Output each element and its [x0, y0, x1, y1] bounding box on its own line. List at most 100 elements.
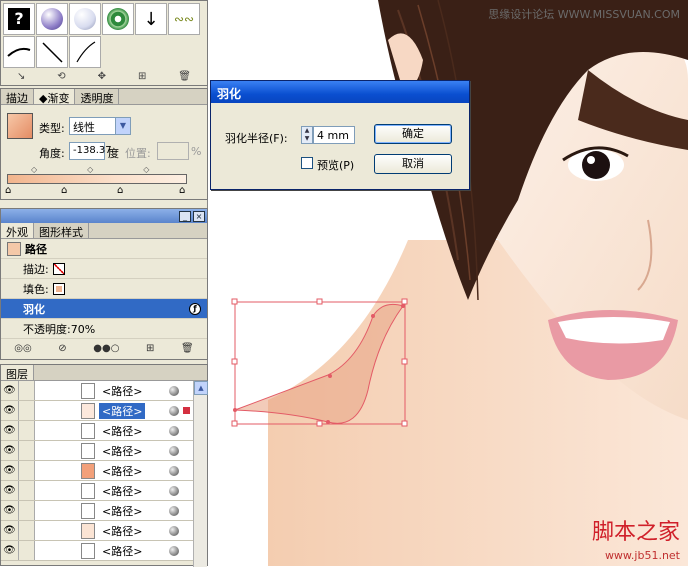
gradient-slider[interactable] — [7, 174, 187, 184]
new-brush-icon[interactable]: ⊞ — [138, 71, 146, 82]
appearance-stroke-row[interactable]: 描边: — [1, 259, 207, 279]
ok-button[interactable]: 确定 — [374, 124, 452, 144]
layer-row[interactable]: 👁 <路径> — [1, 541, 207, 561]
lock-toggle[interactable] — [19, 461, 35, 480]
new-art-basic-icon[interactable]: ◎◎ — [14, 343, 31, 354]
visibility-eye-icon[interactable]: 👁 — [1, 421, 19, 440]
target-icon[interactable] — [169, 485, 179, 496]
layer-name[interactable]: <路径> — [99, 443, 145, 459]
scroll-up-icon[interactable]: ▲ — [194, 381, 208, 395]
layer-row[interactable]: 👁 <路径> — [1, 441, 207, 461]
clear-appearance-icon[interactable]: ⊘ — [58, 343, 66, 354]
target-icon[interactable] — [169, 505, 179, 516]
close-icon[interactable]: × — [193, 210, 205, 222]
tab-layers[interactable]: 图层 — [1, 365, 34, 381]
remove-stroke-icon[interactable]: ⟲ — [57, 71, 65, 82]
lock-toggle[interactable] — [19, 401, 35, 420]
layer-row[interactable]: 👁 <路径> — [1, 381, 207, 401]
tab-stroke[interactable]: 描边 — [1, 89, 34, 105]
white-sphere-icon[interactable] — [69, 3, 101, 35]
gradient-preview-swatch[interactable] — [7, 113, 33, 139]
radius-spinner[interactable]: ▲ ▼ — [301, 126, 313, 144]
layer-name[interactable]: <路径> — [99, 402, 146, 419]
target-icon[interactable] — [169, 405, 179, 416]
tab-gradient[interactable]: ◆渐变 — [34, 89, 76, 105]
lock-toggle[interactable] — [19, 421, 35, 440]
appearance-object-row[interactable]: 路径 — [1, 239, 207, 259]
gradient-stop-2[interactable]: ⌂ — [61, 185, 67, 196]
reduce-basic-icon[interactable]: ●●○ — [93, 343, 119, 354]
green-target-icon[interactable] — [102, 3, 134, 35]
layer-name[interactable]: <路径> — [99, 423, 145, 439]
brush-library-icon[interactable]: ↘ — [17, 71, 25, 82]
duplicate-item-icon[interactable]: ⊞ — [146, 343, 154, 354]
layer-row[interactable]: 👁 <路径> — [1, 421, 207, 441]
ornament-icon[interactable]: ∾∾ — [168, 3, 200, 35]
appearance-effect-row[interactable]: 羽化 ƒ — [1, 299, 207, 319]
midpoint-markers[interactable]: ◇◇◇ — [31, 165, 199, 174]
brush-stroke-2[interactable] — [36, 36, 68, 68]
layer-row[interactable]: 👁 <路径> — [1, 521, 207, 541]
brush-options-icon[interactable]: ✥ — [98, 71, 106, 82]
layer-row[interactable]: 👁 <路径> — [1, 501, 207, 521]
visibility-eye-icon[interactable]: 👁 — [1, 441, 19, 460]
lock-toggle[interactable] — [19, 481, 35, 500]
layer-name[interactable]: <路径> — [99, 383, 145, 399]
gradient-type-select[interactable]: 线性 ▼ — [69, 117, 131, 135]
visibility-eye-icon[interactable]: 👁 — [1, 481, 19, 500]
target-icon[interactable] — [169, 545, 179, 556]
visibility-eye-icon[interactable]: 👁 — [1, 521, 19, 540]
preview-label[interactable]: 预览(P) — [317, 157, 354, 173]
layers-scrollbar[interactable]: ▲ — [193, 381, 208, 567]
gradient-stop-3[interactable]: ⌂ — [117, 185, 123, 196]
visibility-eye-icon[interactable]: 👁 — [1, 461, 19, 480]
layer-name[interactable]: <路径> — [99, 503, 145, 519]
feather-radius-input[interactable]: 4 mm — [313, 126, 355, 144]
purple-sphere-icon[interactable] — [36, 3, 68, 35]
lock-toggle[interactable] — [19, 501, 35, 520]
tab-transparency[interactable]: 透明度 — [75, 89, 120, 105]
help-brush-icon[interactable]: ? — [3, 3, 35, 35]
target-icon[interactable] — [169, 525, 179, 536]
cancel-button[interactable]: 取消 — [374, 154, 452, 174]
target-icon[interactable] — [169, 465, 179, 476]
layer-name[interactable]: <路径> — [99, 483, 145, 499]
selection-indicator[interactable] — [183, 407, 190, 414]
target-icon[interactable] — [169, 445, 179, 456]
delete-item-icon[interactable]: 🗑 — [181, 343, 194, 354]
visibility-eye-icon[interactable]: 👁 — [1, 401, 19, 420]
effect-fx-icon[interactable]: ƒ — [189, 302, 201, 315]
lock-toggle[interactable] — [19, 381, 35, 400]
angle-input[interactable]: -138.37 — [69, 142, 112, 160]
target-icon[interactable] — [169, 385, 179, 396]
arrow-down-icon[interactable]: ↓ — [135, 3, 167, 35]
chevron-down-icon[interactable]: ▼ — [115, 118, 130, 134]
gradient-stop-4[interactable]: ⌂ — [179, 185, 185, 196]
brush-stroke-1[interactable] — [3, 36, 35, 68]
target-icon[interactable] — [169, 425, 179, 436]
gradient-stop-1[interactable]: ⌂ — [5, 185, 11, 196]
lock-toggle[interactable] — [19, 541, 35, 560]
preview-checkbox[interactable] — [301, 157, 313, 169]
layer-row[interactable]: 👁 <路径> — [1, 481, 207, 501]
location-input[interactable] — [157, 142, 189, 160]
tab-graphic-styles[interactable]: 图形样式 — [34, 223, 89, 239]
brush-stroke-3[interactable] — [69, 36, 101, 68]
layer-name[interactable]: <路径> — [99, 523, 145, 539]
layer-name[interactable]: <路径> — [99, 463, 145, 479]
dialog-title[interactable]: 羽化 — [211, 81, 469, 103]
lock-toggle[interactable] — [19, 521, 35, 540]
delete-brush-icon[interactable]: 🗑 — [178, 71, 191, 82]
appearance-titlebar[interactable]: _ × — [1, 209, 207, 223]
minimize-icon[interactable]: _ — [179, 210, 191, 222]
layer-row[interactable]: 👁 <路径> — [1, 401, 207, 421]
visibility-eye-icon[interactable]: 👁 — [1, 381, 19, 400]
tab-appearance[interactable]: 外观 — [1, 223, 34, 239]
layer-name[interactable]: <路径> — [99, 543, 145, 559]
visibility-eye-icon[interactable]: 👁 — [1, 501, 19, 520]
layer-row[interactable]: 👁 <路径> — [1, 461, 207, 481]
lock-toggle[interactable] — [19, 441, 35, 460]
appearance-fill-row[interactable]: 填色: — [1, 279, 207, 299]
appearance-opacity-row[interactable]: 不透明度:70% — [1, 319, 207, 339]
visibility-eye-icon[interactable]: 👁 — [1, 541, 19, 560]
